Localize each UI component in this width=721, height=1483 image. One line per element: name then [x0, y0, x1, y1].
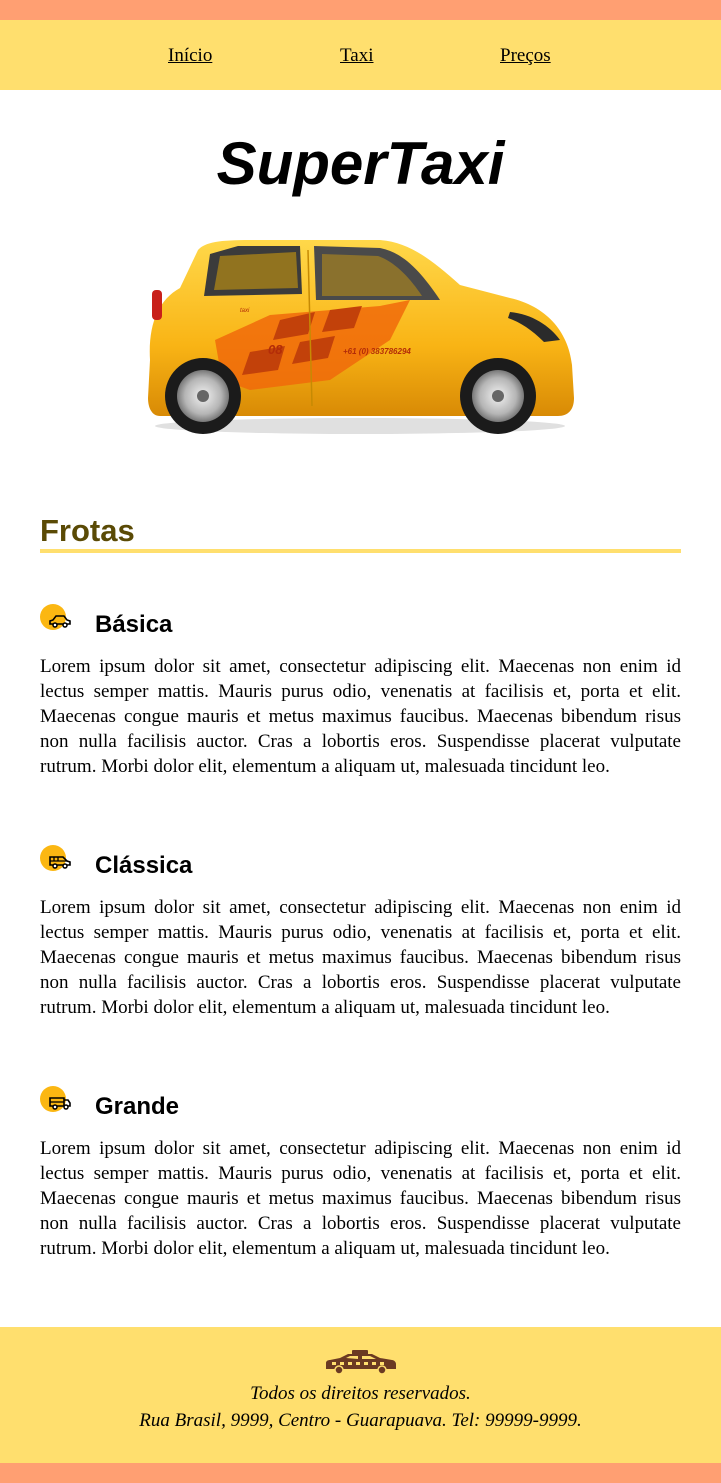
main-nav: Início Taxi Preços [0, 20, 721, 90]
fleet-title: Grande [95, 1093, 180, 1120]
van-icon [40, 845, 76, 881]
site-title: SuperTaxi [216, 130, 505, 197]
section-divider [40, 549, 681, 553]
truck-icon [40, 1086, 76, 1122]
footer-address: Rua Brasil, 9999, Centro - Guarapuava. T… [139, 1410, 582, 1431]
fleet-item-basica: Básica Lorem ipsum dolor sit amet, conse… [40, 604, 681, 777]
fleet-item-classica: Clássica Lorem ipsum dolor sit amet, con… [40, 845, 681, 1018]
fleet-description: Lorem ipsum dolor sit amet, consectetur … [40, 1138, 681, 1259]
car-phone: +61 (0) 383786294 [343, 347, 411, 356]
bottom-accent-strip [0, 1463, 721, 1483]
site-footer: Todos os direitos reservados. Rua Brasil… [0, 1327, 721, 1463]
fleet-description: Lorem ipsum dolor sit amet, consectetur … [40, 656, 681, 777]
car-number: 08 [268, 342, 283, 357]
top-accent-strip [0, 0, 721, 20]
fleet-description: Lorem ipsum dolor sit amet, consectetur … [40, 897, 681, 1018]
fleet-item-grande: Grande Lorem ipsum dolor sit amet, conse… [40, 1086, 681, 1259]
car-icon [40, 604, 76, 640]
footer-copyright: Todos os direitos reservados. [250, 1383, 471, 1404]
section-title-frotas: Frotas [40, 513, 135, 548]
fleet-title: Clássica [95, 852, 193, 879]
fleet-title: Básica [95, 611, 173, 638]
nav-link-taxi[interactable]: Taxi [340, 45, 374, 67]
nav-link-precos[interactable]: Preços [500, 45, 551, 67]
taxi-icon [326, 1350, 396, 1375]
nav-link-inicio[interactable]: Início [168, 45, 212, 67]
car-brand: taxi [240, 308, 250, 314]
taxi-car-image: 08 +61 (0) 383786294 taxi [148, 240, 574, 434]
